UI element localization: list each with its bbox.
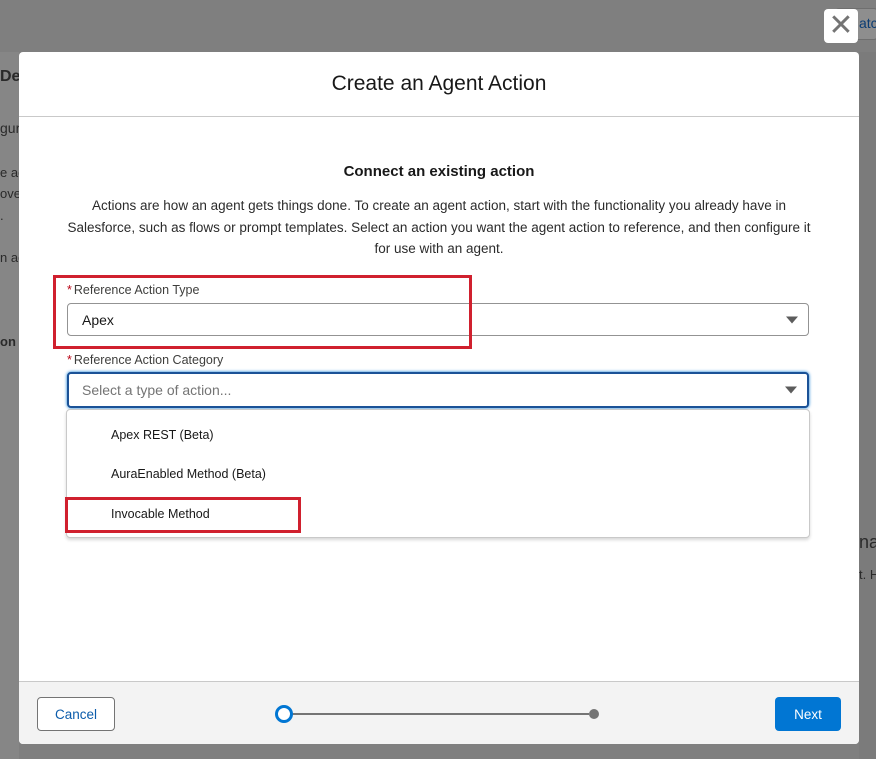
background-text: e ac bbox=[0, 165, 19, 180]
chevron-down-icon bbox=[785, 386, 797, 394]
required-marker: * bbox=[67, 353, 72, 367]
close-icon: ✕ bbox=[828, 9, 854, 42]
cancel-button[interactable]: Cancel bbox=[37, 697, 115, 731]
field-label-text: Reference Action Category bbox=[73, 353, 224, 367]
create-agent-action-modal: Create an Agent Action Connect an existi… bbox=[19, 52, 859, 744]
description-text: Actions are how an agent gets things don… bbox=[67, 198, 811, 256]
reference-action-type-label: * Reference Action Type bbox=[67, 283, 199, 297]
progress-step-current bbox=[275, 705, 293, 723]
background-text: na bbox=[859, 532, 876, 552]
section-title: Connect an existing action bbox=[343, 163, 535, 180]
required-marker: * bbox=[67, 283, 72, 297]
selected-value: Apex bbox=[82, 311, 114, 328]
next-button[interactable]: Next bbox=[775, 697, 841, 731]
background-text: De bbox=[0, 68, 19, 85]
background-text: . bbox=[0, 208, 4, 223]
background-right-panel bbox=[859, 52, 876, 759]
option-auraenabled-method[interactable]: AuraEnabled Method (Beta) bbox=[111, 467, 266, 481]
close-button[interactable]: ✕ bbox=[824, 9, 858, 43]
reference-action-type-select[interactable]: Apex bbox=[67, 303, 809, 336]
modal-title: Create an Agent Action bbox=[331, 72, 547, 95]
background-text: n ac bbox=[0, 250, 19, 265]
reference-action-category-label: * Reference Action Category bbox=[67, 353, 223, 367]
background-left-panel bbox=[0, 52, 19, 759]
progress-step-next bbox=[589, 709, 599, 719]
field-label-text: Reference Action Type bbox=[73, 283, 200, 297]
modal-header: Create an Agent Action bbox=[19, 52, 859, 117]
background-text: gur bbox=[0, 120, 19, 136]
modal-body: Connect an existing action Actions are h… bbox=[19, 117, 859, 680]
reference-action-category-select[interactable]: Select a type of action... bbox=[67, 372, 809, 408]
option-apex-rest[interactable]: Apex REST (Beta) bbox=[111, 428, 214, 442]
modal-footer: Cancel Next bbox=[19, 681, 859, 744]
background-text: on D bbox=[0, 334, 19, 349]
action-category-listbox: Apex REST (Beta) AuraEnabled Method (Bet… bbox=[66, 409, 810, 538]
progress-indicator-track bbox=[291, 713, 589, 715]
background-text: atc bbox=[859, 15, 876, 31]
background-text: ove bbox=[0, 186, 19, 201]
background-text: t. H bbox=[859, 567, 876, 582]
option-invocable-method[interactable]: Invocable Method bbox=[111, 507, 210, 521]
select-placeholder: Select a type of action... bbox=[82, 382, 232, 398]
chevron-down-icon bbox=[786, 316, 798, 323]
